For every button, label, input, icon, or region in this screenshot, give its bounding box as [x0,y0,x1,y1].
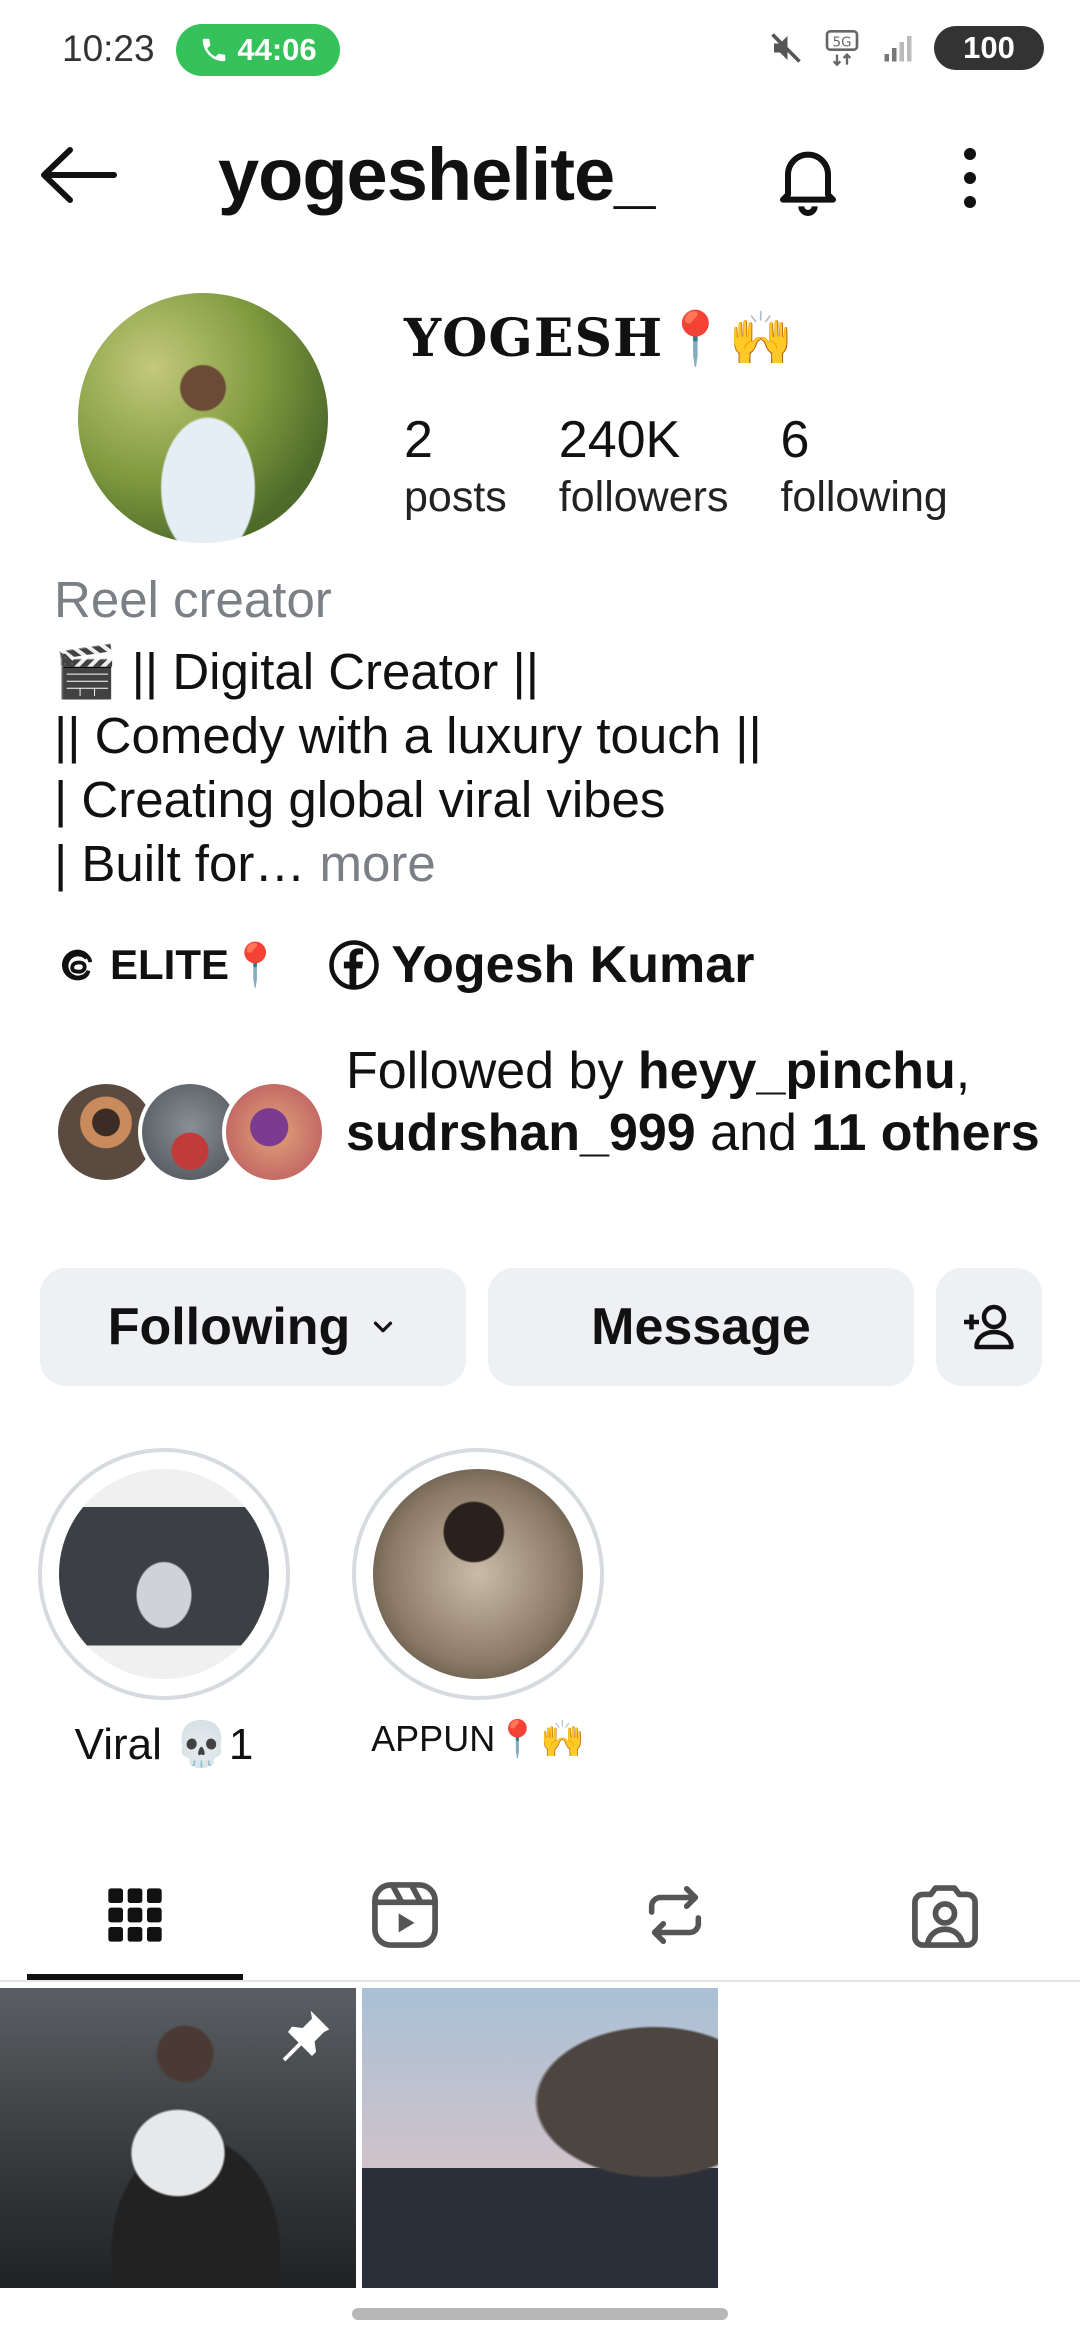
stat-followers[interactable]: 240K followers [559,410,729,524]
stat-label: following [780,473,948,521]
following-button-label: Following [107,1298,351,1356]
call-duration: 44:06 [237,32,317,67]
stat-value: 240K [558,411,681,469]
network-label: 5G [833,35,852,50]
threads-icon [61,949,93,981]
chevron-down-icon [374,1321,393,1333]
bio-line-last: | Built for… more [54,832,762,896]
tab-posts-grid[interactable] [0,1848,270,1982]
back-button[interactable] [36,142,126,208]
stat-value: 2 [404,411,433,469]
profile-links: ELITE📍 Yogesh Kumar [54,935,754,995]
highlight-label: Viral 💀1 [74,1720,254,1769]
stat-label: posts [404,473,507,521]
profile-avatar[interactable] [78,293,328,543]
highlight-ring [38,1448,290,1700]
threads-link[interactable]: ELITE📍 [54,941,281,990]
stat-posts[interactable]: 2 posts [404,410,507,524]
reels-icon [372,1882,438,1948]
profile-username: yogeshelite_ [218,133,655,216]
highlight-cover [59,1469,269,1679]
add-person-icon [964,1304,1014,1350]
bio-line: || Comedy with a luxury touch || [54,707,762,764]
bio-line: 🎬 || Digital Creator || [54,643,539,700]
mutual-user-1[interactable]: heyy_pinchu [638,1042,956,1100]
tab-reels[interactable] [270,1848,540,1982]
more-options-button[interactable] [940,138,1000,218]
suggested-users-button[interactable] [936,1268,1042,1386]
message-button[interactable]: Message [488,1268,914,1386]
bio-line: | Built for… [54,835,306,892]
profile-header: yogeshelite_ [0,120,1080,230]
stat-value: 6 [780,411,810,469]
more-vertical-icon [964,148,976,208]
profile-bio[interactable]: 🎬 || Digital Creator || || Comedy with a… [54,640,762,896]
grid-icon [108,1888,162,1942]
followed-by-and: and [695,1104,812,1162]
bell-icon [780,151,836,216]
mutual-user-2[interactable]: sudrshan_999 [346,1104,696,1162]
profile-tabs [0,1848,1080,1982]
bio-more-link[interactable]: more [305,835,435,892]
bio-line: | Creating global viral vibes [54,771,666,828]
active-tab-indicator [27,1974,243,1980]
highlight-ring [352,1448,604,1700]
followed-by-prefix: Followed by [346,1042,638,1100]
posts-grid [0,1988,1080,2288]
status-bar: 10:23 44:06 5G 100 [0,0,1080,100]
signal-icon [884,36,912,62]
followed-by-text: Followed by heyy_pinchu, sudrshan_999 an… [346,1040,1046,1164]
mutual-avatars [54,1080,326,1184]
profile-category: Reel creator [54,571,332,628]
mutual-others[interactable]: 11 others [811,1104,1039,1162]
facebook-link-label: Yogesh Kumar [391,936,755,994]
highlight-cover [373,1469,583,1679]
profile-screen: 10:23 44:06 5G 100 yogeshelite_ YOGESH📍🙌… [0,0,1080,2340]
facebook-icon [329,940,380,990]
message-button-label: Message [591,1298,811,1356]
back-arrow-icon [41,147,117,203]
story-highlights: Viral 💀1 APPUN📍🙌 [36,1448,606,1770]
highlight-appun[interactable]: APPUN📍🙌 [350,1448,606,1770]
status-time: 10:23 [62,28,155,69]
facebook-link[interactable]: Yogesh Kumar [327,935,754,995]
mutual-avatar [222,1080,326,1184]
reposts-icon [648,1885,702,1945]
mutual-followers[interactable]: Followed by heyy_pinchu, sudrshan_999 an… [54,1040,1044,1230]
highlight-label: APPUN📍🙌 [371,1718,585,1759]
phone-icon [203,38,226,62]
tab-reposts[interactable] [540,1848,810,1982]
status-icons: 5G 100 [768,26,1044,70]
followed-by-separator: , [955,1042,971,1100]
profile-actions: Following Message [40,1268,1042,1386]
profile-stats: 2 posts 240K followers 6 following [404,410,948,524]
tab-tagged[interactable] [810,1848,1080,1982]
post-thumbnail[interactable] [362,1988,718,2288]
network-5g-icon: 5G [825,30,859,67]
stat-label: followers [558,473,729,521]
following-button[interactable]: Following [40,1268,466,1386]
gesture-bar[interactable] [352,2308,728,2320]
battery-indicator: 100 [934,26,1044,70]
post-thumbnail[interactable] [0,1988,356,2288]
ongoing-call-pill[interactable]: 44:06 [176,24,340,76]
notifications-button[interactable] [768,138,848,218]
threads-link-label: ELITE📍 [110,940,282,988]
mute-icon [771,33,801,63]
display-name: YOGESH📍🙌 [404,308,795,369]
highlight-viral[interactable]: Viral 💀1 [36,1448,292,1770]
stat-following[interactable]: 6 following [780,410,947,524]
pin-icon [282,2010,330,2062]
tagged-icon [912,1885,978,1948]
